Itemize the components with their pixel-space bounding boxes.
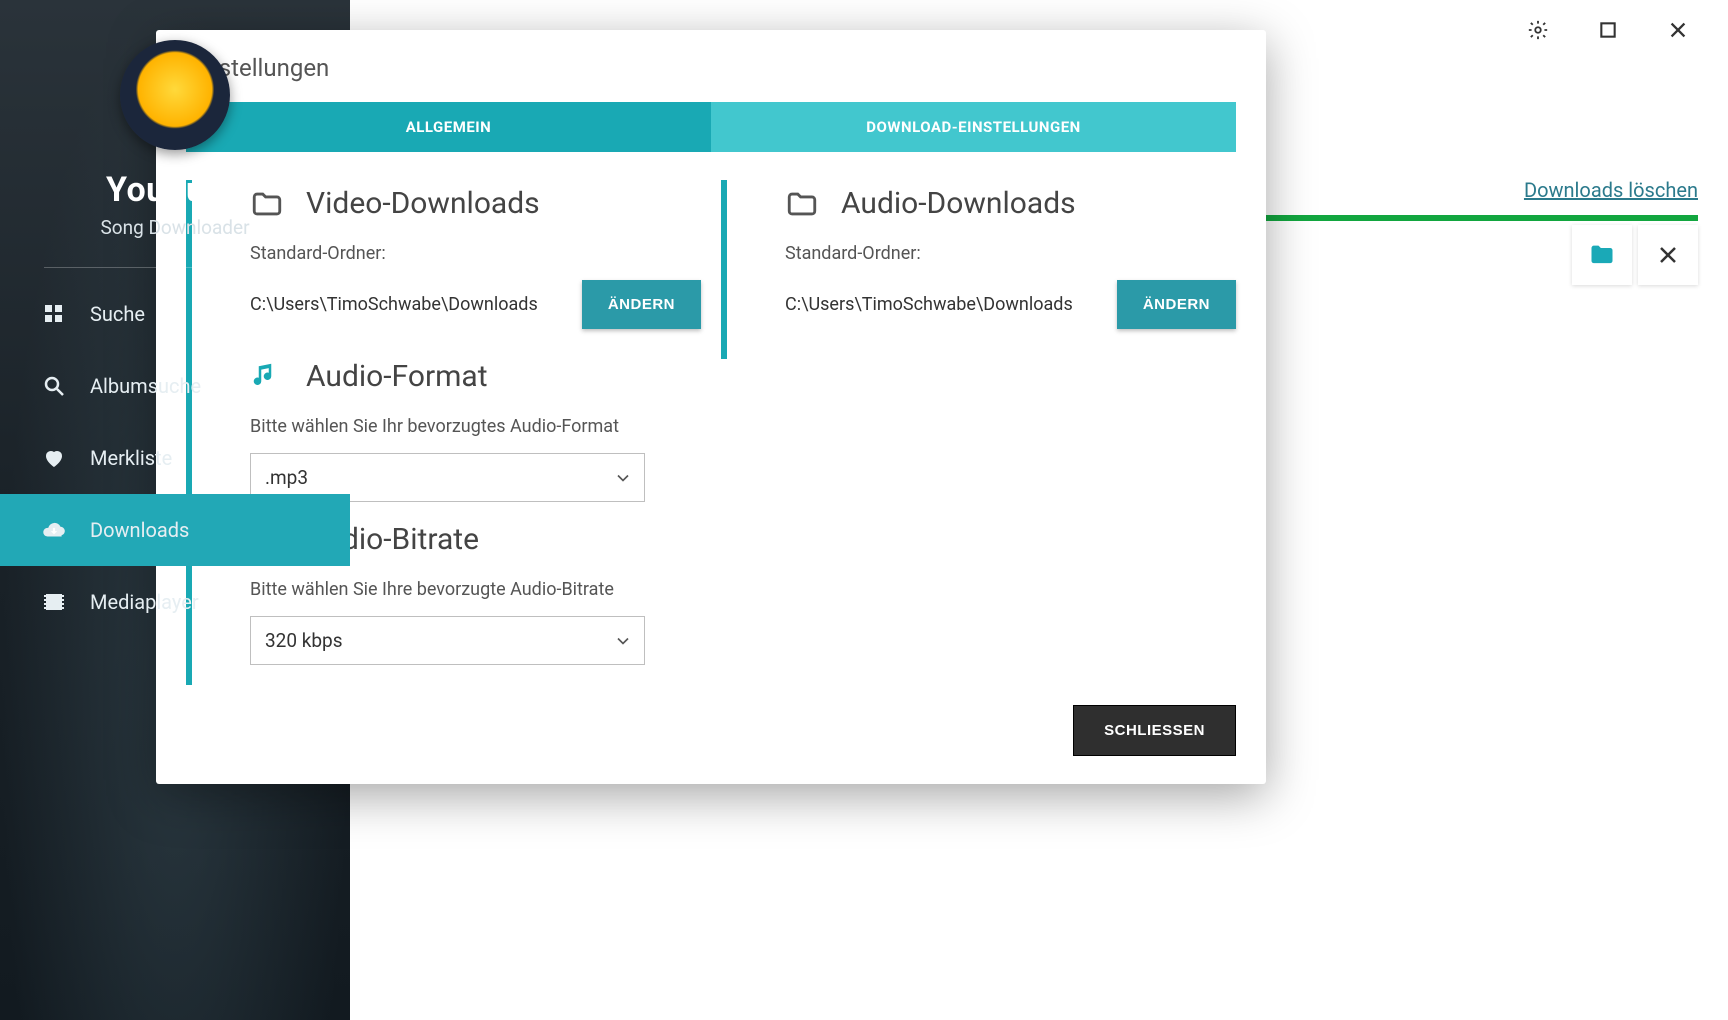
app-logo — [120, 40, 230, 150]
app-subtitle: Song Downloader — [100, 216, 249, 239]
app-title: YouTube — [106, 170, 244, 210]
sidebar-nav: Suche Albumsuche Merkliste Downloads — [0, 278, 350, 638]
sidebar-item-label: Merkliste — [90, 446, 172, 470]
section-title: Audio-Downloads — [841, 186, 1076, 221]
video-folder-label: Standard-Ordner: — [250, 243, 701, 264]
sidebar-item-downloads[interactable]: Downloads — [0, 494, 350, 566]
audio-folder-label: Standard-Ordner: — [785, 243, 1236, 264]
change-video-folder-button[interactable]: ÄNDERN — [582, 280, 701, 329]
sidebar-item-label: Downloads — [90, 518, 189, 542]
audio-folder-path: C:\Users\TimoSchwabe\Downloads — [785, 294, 1097, 315]
audio-downloads-heading: Audio-Downloads — [785, 186, 1236, 221]
tab-general[interactable]: ALLGEMEIN — [186, 102, 711, 152]
sidebar-item-watchlist[interactable]: Merkliste — [0, 422, 350, 494]
close-window-icon[interactable] — [1658, 10, 1698, 50]
settings-gear-icon[interactable] — [1518, 10, 1558, 50]
open-folder-button[interactable] — [1572, 225, 1632, 285]
sidebar-item-mediaplayer[interactable]: Mediaplayer — [0, 566, 350, 638]
dialog-title: Einstellungen — [156, 30, 1266, 102]
download-row-actions — [1572, 225, 1698, 285]
folder-icon — [785, 187, 819, 221]
folder-icon — [250, 187, 284, 221]
sidebar-item-search[interactable]: Suche — [0, 278, 350, 350]
settings-tabs: ALLGEMEIN DOWNLOAD-EINSTELLUNGEN — [156, 102, 1266, 152]
heart-icon — [40, 444, 68, 472]
video-downloads-heading: Video-Downloads — [250, 186, 701, 221]
change-audio-folder-button[interactable]: ÄNDERN — [1117, 280, 1236, 329]
remove-download-button[interactable] — [1638, 225, 1698, 285]
sidebar-item-albumsearch[interactable]: Albumsuche — [0, 350, 350, 422]
sidebar-item-label: Albumsuche — [90, 374, 201, 398]
film-icon — [40, 588, 68, 616]
panel-right: Audio-Downloads Standard-Ordner: C:\User… — [721, 180, 1236, 359]
cloud-download-icon — [40, 516, 68, 544]
grid-icon — [40, 300, 68, 328]
delete-downloads-link[interactable]: Downloads löschen — [1524, 178, 1698, 202]
maximize-icon[interactable] — [1588, 10, 1628, 50]
sidebar-item-label: Suche — [90, 302, 145, 326]
divider — [44, 267, 307, 268]
dialog-footer: SCHLIESSEN — [156, 685, 1266, 764]
section-title: Video-Downloads — [306, 186, 540, 221]
window-controls — [1518, 0, 1728, 60]
search-icon — [40, 372, 68, 400]
sidebar-item-label: Mediaplayer — [90, 590, 199, 614]
close-dialog-button[interactable]: SCHLIESSEN — [1073, 705, 1236, 756]
tab-download-settings[interactable]: DOWNLOAD-EINSTELLUNGEN — [711, 102, 1236, 152]
